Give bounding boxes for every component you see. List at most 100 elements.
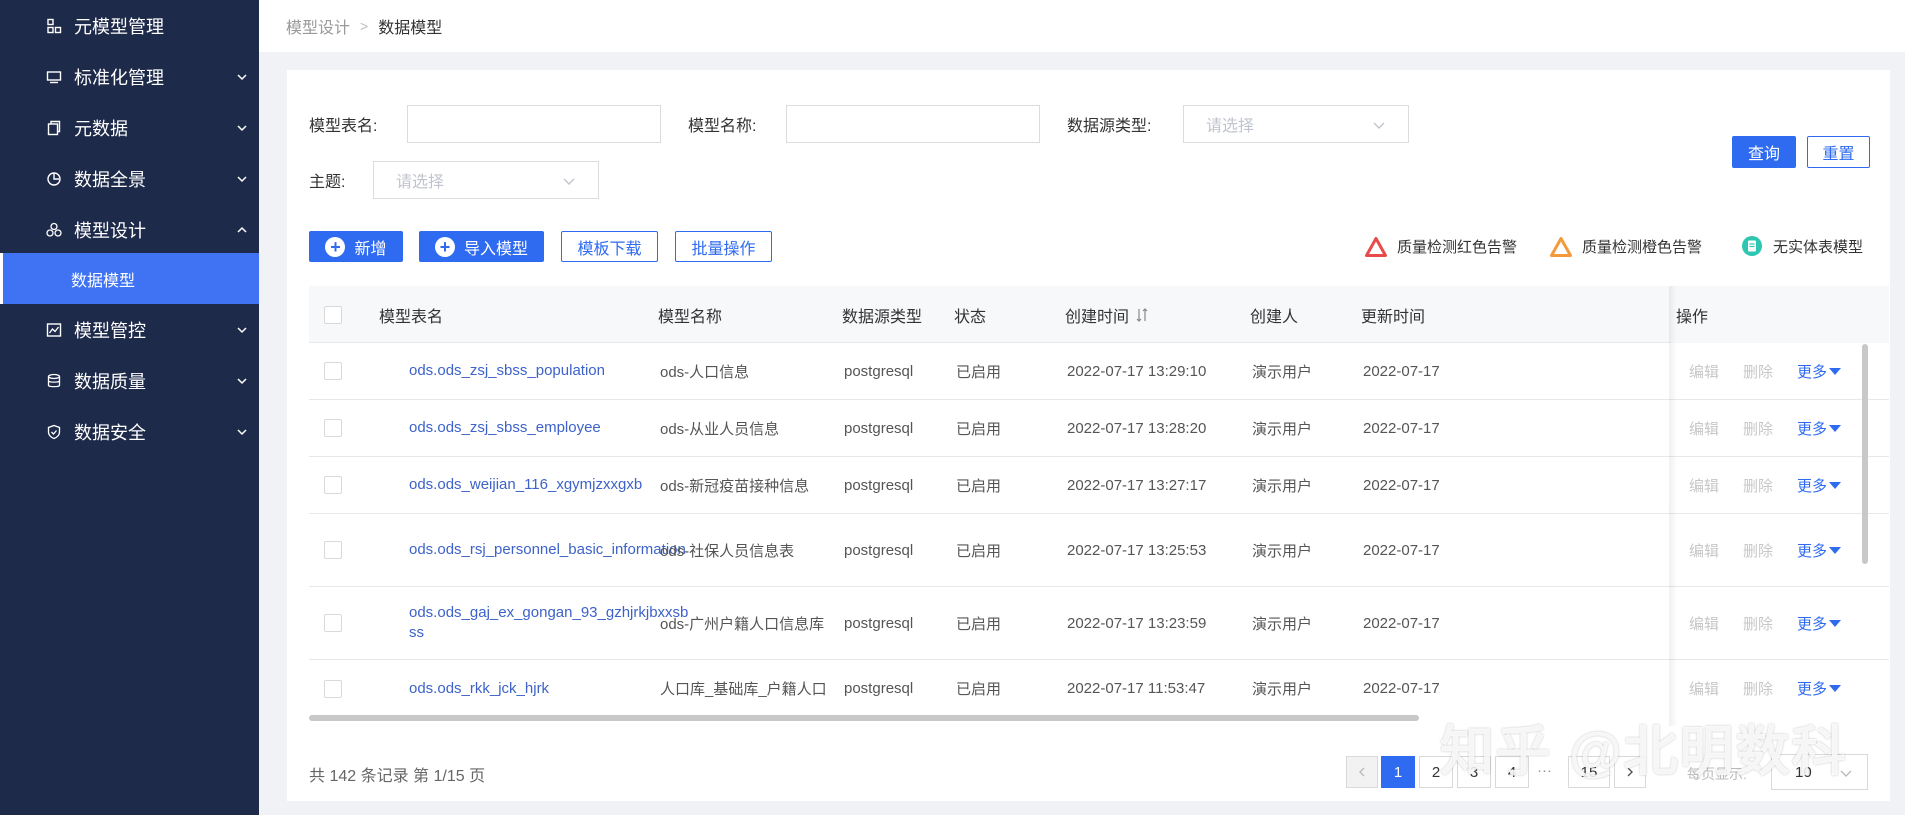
status-cell: 已启用	[956, 363, 1002, 381]
table-name-link[interactable]: ods.ods_rkk_jck_hjrk	[409, 660, 689, 717]
delete-button[interactable]: 删除	[1743, 361, 1773, 382]
delete-button[interactable]: 删除	[1743, 678, 1773, 699]
row-checkbox[interactable]	[324, 514, 342, 586]
row-checkbox[interactable]	[324, 660, 342, 717]
table-name-text[interactable]: ods.ods_gaj_ex_gongan_93_gzhjrkjbxxsbss	[409, 603, 689, 643]
more-label: 更多	[1797, 681, 1828, 698]
edit-button[interactable]: 编辑	[1689, 540, 1719, 561]
sidebar-item-standardization[interactable]: 标准化管理	[0, 51, 259, 102]
updated-cell: 2022-07-17	[1363, 419, 1440, 437]
more-button[interactable]: 更多	[1797, 418, 1842, 439]
legend-no-table: 无实体表模型	[1741, 235, 1863, 257]
shield-icon	[46, 424, 62, 440]
header-created[interactable]: 创建时间	[1065, 286, 1149, 343]
sidebar-subitem-data-model[interactable]: 数据模型	[0, 253, 259, 304]
created-cell: 2022-07-17 11:53:47	[1067, 680, 1206, 697]
template-download-button[interactable]: 模板下载	[561, 231, 658, 262]
status-cell: 已启用	[956, 477, 1002, 495]
table-name-text[interactable]: ods.ods_zsj_sbss_employee	[409, 418, 689, 438]
more-button[interactable]: 更多	[1797, 540, 1842, 561]
breadcrumb: 模型设计 > 数据模型	[259, 0, 1905, 52]
more-label: 更多	[1797, 615, 1828, 633]
caret-down-icon	[1829, 546, 1842, 554]
row-checkbox[interactable]	[324, 400, 342, 456]
delete-button[interactable]: 删除	[1743, 475, 1773, 496]
add-button[interactable]: + 新增	[309, 231, 403, 262]
model-name-cell: ods-广州户籍人口信息库	[660, 615, 825, 633]
sidebar: 元模型管理 标准化管理 元数据 数据全景 模型设计 数据模型 模型管控 数据质量…	[0, 0, 259, 815]
table-name-text[interactable]: ods.ods_zsj_sbss_population	[409, 361, 689, 381]
row-checkbox[interactable]	[324, 587, 342, 659]
dashboard-icon	[46, 322, 62, 338]
sidebar-item-data-quality[interactable]: 数据质量	[0, 355, 259, 406]
reset-button[interactable]: 重置	[1807, 136, 1870, 168]
caret-down-icon	[1829, 481, 1842, 489]
query-button[interactable]: 查询	[1732, 136, 1796, 168]
edit-button[interactable]: 编辑	[1689, 613, 1719, 634]
vertical-scrollbar[interactable]	[1862, 344, 1868, 564]
table-name-input[interactable]	[407, 105, 661, 143]
model-name-label: 模型名称:	[688, 118, 757, 135]
table-name-link[interactable]: ods.ods_zsj_sbss_employee	[409, 400, 689, 456]
table-name-text[interactable]: ods.ods_rkk_jck_hjrk	[409, 679, 689, 699]
more-button[interactable]: 更多	[1797, 678, 1842, 699]
delete-button[interactable]: 删除	[1743, 418, 1773, 439]
sidebar-item-data-panorama[interactable]: 数据全景	[0, 153, 259, 204]
sort-icon[interactable]	[1135, 307, 1149, 323]
select-all-checkbox[interactable]	[324, 286, 342, 343]
prev-page-button[interactable]	[1346, 756, 1378, 788]
header-created-label: 创建时间	[1065, 308, 1130, 326]
edit-button[interactable]: 编辑	[1689, 678, 1719, 699]
created-cell: 2022-07-17 13:23:59	[1067, 614, 1207, 632]
edit-button[interactable]: 编辑	[1689, 475, 1719, 496]
row-checkbox[interactable]	[324, 457, 342, 513]
table-name-link[interactable]: ods.ods_rsj_personnel_basic_information	[409, 514, 689, 586]
chevron-down-icon	[237, 428, 247, 435]
monitor-icon	[46, 69, 62, 85]
legend-no-table-label: 无实体表模型	[1773, 238, 1864, 256]
table-name-link[interactable]: ods.ods_weijian_116_xgymjzxxgxb	[409, 457, 689, 513]
status-cell: 已启用	[956, 681, 1002, 698]
table-row: ods.ods_gaj_ex_gongan_93_gzhjrkjbxxsbss …	[309, 587, 1889, 660]
caret-down-icon	[1829, 619, 1842, 627]
more-button[interactable]: 更多	[1797, 613, 1842, 634]
model-name-input[interactable]	[786, 105, 1040, 143]
row-checkbox[interactable]	[324, 343, 342, 399]
more-button[interactable]: 更多	[1797, 361, 1842, 382]
horizontal-scrollbar[interactable]	[309, 715, 1419, 721]
datasource-cell: postgresql	[844, 614, 914, 632]
legend-red-label: 质量检测红色告警	[1397, 239, 1518, 256]
more-button[interactable]: 更多	[1797, 475, 1842, 496]
model-name-cell: ods-从业人员信息	[660, 420, 780, 438]
theme-select[interactable]: 请选择	[373, 161, 599, 199]
plus-icon: +	[325, 236, 346, 257]
datasource-cell: postgresql	[844, 362, 914, 380]
table-name-text[interactable]: ods.ods_weijian_116_xgymjzxxgxb	[409, 475, 689, 495]
sidebar-item-model-design[interactable]: 模型设计	[0, 204, 259, 255]
sidebar-item-label: 元模型管理	[74, 16, 164, 37]
table-name-text[interactable]: ods.ods_rsj_personnel_basic_information	[409, 540, 689, 560]
add-button-label: 新增	[354, 240, 387, 258]
breadcrumb-parent[interactable]: 模型设计	[286, 14, 350, 38]
delete-button[interactable]: 删除	[1743, 613, 1773, 634]
status-cell: 已启用	[956, 542, 1002, 560]
delete-button[interactable]: 删除	[1743, 540, 1773, 561]
pie-chart-icon	[46, 171, 62, 187]
header-updated: 更新时间	[1361, 308, 1426, 326]
table-name-link[interactable]: ods.ods_gaj_ex_gongan_93_gzhjrkjbxxsbss	[409, 587, 689, 659]
theme-label: 主题:	[309, 174, 346, 191]
import-model-button[interactable]: + 导入模型	[419, 231, 544, 262]
table-row: ods.ods_rsj_personnel_basic_information …	[309, 514, 1889, 587]
sidebar-item-meta-model[interactable]: 元模型管理	[0, 0, 259, 51]
batch-operation-button[interactable]: 批量操作	[675, 231, 772, 262]
sidebar-item-model-control[interactable]: 模型管控	[0, 304, 259, 355]
datasource-select[interactable]: 请选择	[1183, 105, 1409, 143]
page-button-1[interactable]: 1	[1381, 756, 1415, 788]
table-row: ods.ods_weijian_116_xgymjzxxgxb ods-新冠疫苗…	[309, 457, 1889, 514]
edit-button[interactable]: 编辑	[1689, 361, 1719, 382]
caret-down-icon	[1829, 367, 1842, 375]
sidebar-item-data-security[interactable]: 数据安全	[0, 406, 259, 457]
edit-button[interactable]: 编辑	[1689, 418, 1719, 439]
table-name-link[interactable]: ods.ods_zsj_sbss_population	[409, 343, 689, 399]
sidebar-item-metadata[interactable]: 元数据	[0, 102, 259, 153]
